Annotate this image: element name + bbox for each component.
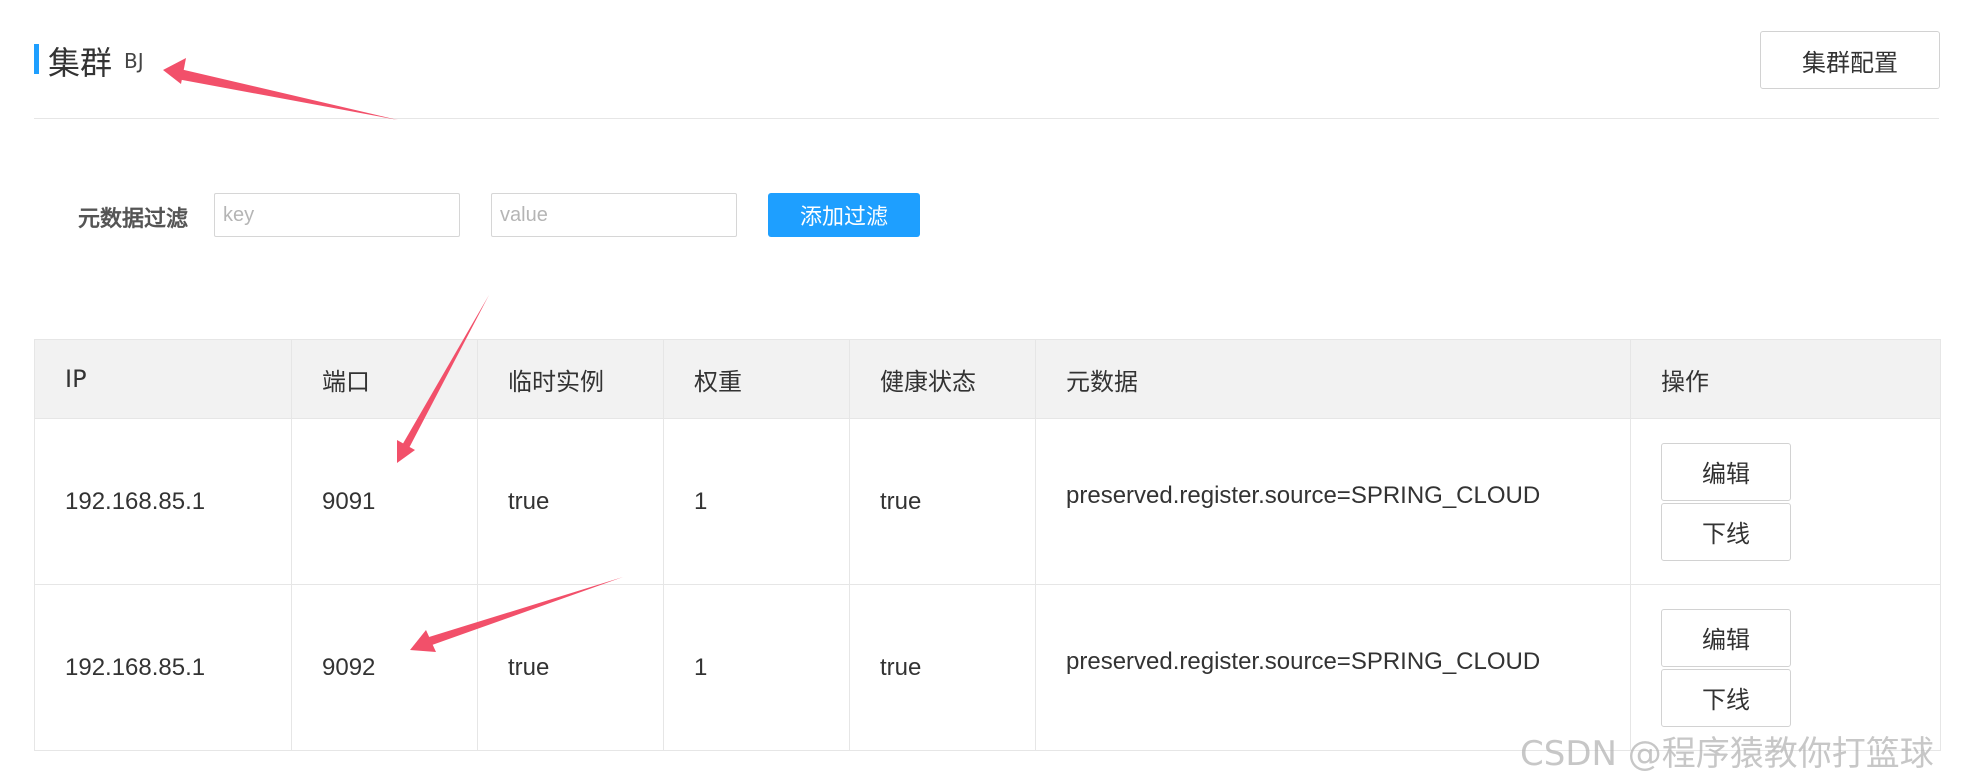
filter-key-input[interactable] — [214, 193, 460, 237]
cluster-config-button[interactable]: 集群配置 — [1760, 31, 1940, 89]
title-accent-bar — [34, 44, 39, 74]
offline-button[interactable]: 下线 — [1661, 668, 1791, 727]
cell-port: 9092 — [291, 584, 478, 751]
add-filter-button[interactable]: 添加过滤 — [768, 193, 920, 237]
column-header-weight: 权重 — [663, 339, 850, 419]
offline-button[interactable]: 下线 — [1661, 502, 1791, 561]
cell-health: true — [849, 418, 1036, 585]
column-header-health: 健康状态 — [849, 339, 1036, 419]
cell-ip: 192.168.85.1 — [34, 584, 292, 751]
instance-table: IP 端口 临时实例 权重 健康状态 元数据 操作 192.168.85.1 9… — [34, 339, 1941, 751]
cell-metadata: preserved.register.source=SPRING_CLOUD — [1035, 418, 1631, 585]
column-header-metadata: 元数据 — [1035, 339, 1631, 419]
cell-health: true — [849, 584, 1036, 751]
metadata-text: preserved.register.source=SPRING_CLOUD — [1066, 647, 1541, 675]
page-header: 集群 BJ 集群配置 — [34, 28, 1940, 119]
cluster-name: BJ — [124, 49, 144, 73]
page-title: 集群 — [48, 44, 113, 82]
metadata-filter-label: 元数据过滤 — [78, 207, 189, 232]
column-header-ip: IP — [34, 339, 292, 419]
cell-port: 9091 — [291, 418, 478, 585]
filter-value-input[interactable] — [491, 193, 737, 237]
column-header-actions: 操作 — [1630, 339, 1941, 419]
metadata-text: preserved.register.source=SPRING_CLOUD — [1066, 481, 1541, 509]
cell-ip: 192.168.85.1 — [34, 418, 292, 585]
edit-button[interactable]: 编辑 — [1661, 608, 1791, 667]
table-header-row: IP 端口 临时实例 权重 健康状态 元数据 操作 — [34, 339, 1941, 419]
cell-weight: 1 — [663, 584, 850, 751]
table-row: 192.168.85.1 9091 true 1 true preserved.… — [34, 418, 1941, 585]
column-header-ephemeral: 临时实例 — [477, 339, 664, 419]
cell-ephemeral: true — [477, 418, 664, 585]
edit-button[interactable]: 编辑 — [1661, 442, 1791, 501]
column-header-port: 端口 — [291, 339, 478, 419]
cell-ephemeral: true — [477, 584, 664, 751]
csdn-watermark: CSDN @程序猿教你打篮球 — [1520, 734, 1934, 774]
cell-actions: 编辑 下线 — [1630, 418, 1941, 585]
cell-weight: 1 — [663, 418, 850, 585]
